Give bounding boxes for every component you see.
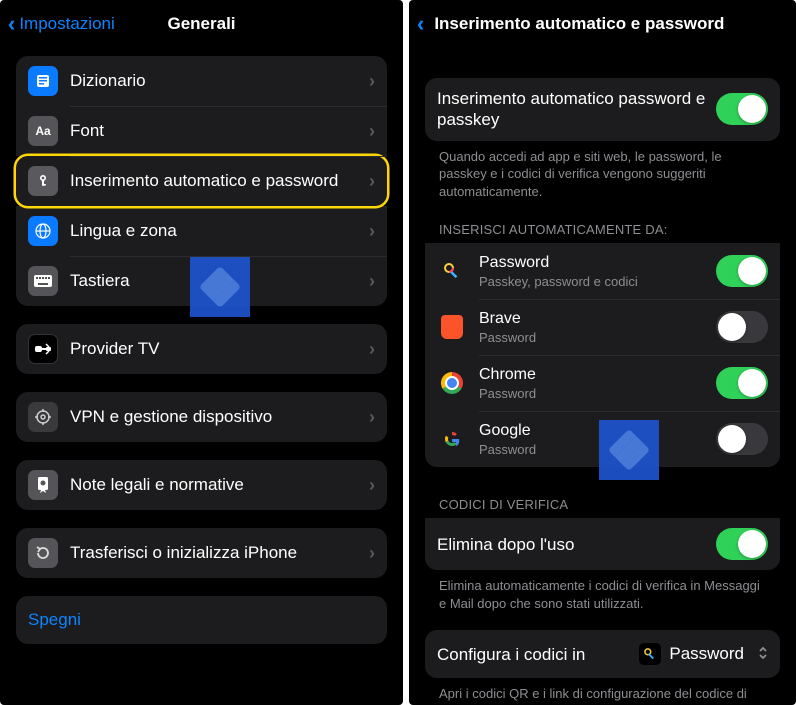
row-configure-codes[interactable]: Configura i codici in Password [425, 630, 780, 678]
row-label: Elimina dopo l'uso [437, 534, 716, 555]
chevron-right-icon: › [369, 121, 375, 142]
back-button[interactable]: ‹ Impostazioni [8, 13, 115, 35]
row-tv-provider[interactable]: Provider TV › [16, 324, 387, 374]
passwords-app-icon [437, 256, 467, 286]
source-name: Google [479, 421, 716, 441]
toggle-switch[interactable] [716, 367, 768, 399]
brave-icon [437, 312, 467, 342]
row-label: Dizionario [70, 70, 361, 91]
toggle-switch[interactable] [716, 528, 768, 560]
source-sub: Password [479, 386, 716, 401]
general-settings-pane: ‹ Impostazioni Generali Dizionario › Aa … [0, 0, 403, 705]
font-icon: Aa [28, 116, 58, 146]
toggle-switch[interactable] [716, 93, 768, 125]
row-label: Trasferisci o inizializza iPhone [70, 542, 361, 563]
row-autofill-toggle[interactable]: Inserimento automatico password e passke… [425, 78, 780, 141]
page-title: Generali [167, 14, 235, 34]
page-title: Inserimento automatico e password [434, 14, 724, 34]
row-label: Provider TV [70, 338, 361, 359]
row-label: Lingua e zona [70, 220, 361, 241]
back-label: Impostazioni [19, 14, 114, 34]
toggle-switch[interactable] [716, 311, 768, 343]
chevron-left-icon: ‹ [417, 13, 424, 35]
row-language-region[interactable]: Lingua e zona › [16, 206, 387, 256]
source-name: Chrome [479, 365, 716, 385]
configure-value: Password [639, 643, 768, 665]
chevron-right-icon: › [369, 171, 375, 192]
chevron-right-icon: › [369, 339, 375, 360]
google-icon [437, 424, 467, 454]
chevron-right-icon: › [369, 543, 375, 564]
section-footer: Elimina automaticamente i codici di veri… [425, 570, 780, 612]
chevron-left-icon: ‹ [8, 13, 15, 35]
row-dictionary[interactable]: Dizionario › [16, 56, 387, 106]
section-footer: Apri i codici QR e i link di configurazi… [425, 678, 780, 705]
section-header: Codici di verifica [425, 497, 780, 518]
globe-icon [28, 216, 58, 246]
row-label: Font [70, 120, 361, 141]
section-footer: Quando accedi ad app e siti web, le pass… [425, 141, 780, 201]
certificate-icon [28, 470, 58, 500]
chevron-right-icon: › [369, 407, 375, 428]
row-delete-after-use[interactable]: Elimina dopo l'uso [425, 518, 780, 570]
row-source-chrome[interactable]: Chrome Password [425, 355, 780, 411]
navbar: ‹ Impostazioni Generali [0, 0, 403, 48]
row-legal[interactable]: Note legali e normative › [16, 460, 387, 510]
autofill-passwords-pane: ‹ Inserimento automatico e password Inse… [409, 0, 796, 705]
source-sub: Passkey, password e codici [479, 274, 716, 289]
row-vpn[interactable]: VPN e gestione dispositivo › [16, 392, 387, 442]
row-source-brave[interactable]: Brave Password [425, 299, 780, 355]
chevron-right-icon: › [369, 271, 375, 292]
row-label: Inserimento automatico e password [70, 170, 361, 191]
shutdown-label: Spegni [28, 610, 81, 630]
book-icon [28, 66, 58, 96]
row-label: Note legali e normative [70, 474, 361, 495]
source-name: Brave [479, 309, 716, 329]
row-label: VPN e gestione dispositivo [70, 406, 361, 427]
navbar: ‹ Inserimento automatico e password [409, 0, 796, 48]
source-sub: Password [479, 330, 716, 345]
reset-icon [28, 538, 58, 568]
row-shutdown[interactable]: Spegni [16, 596, 387, 644]
configure-value-text: Password [669, 644, 744, 664]
gear-icon [28, 402, 58, 432]
row-transfer-reset[interactable]: Trasferisci o inizializza iPhone › [16, 528, 387, 578]
toggle-switch[interactable] [716, 423, 768, 455]
key-icon [28, 166, 58, 196]
toggle-switch[interactable] [716, 255, 768, 287]
watermark-icon [190, 257, 250, 317]
watermark-icon [599, 420, 659, 480]
section-header: Inserisci automaticamente da: [425, 222, 780, 243]
source-sub: Password [479, 442, 716, 457]
plug-icon [28, 334, 58, 364]
chevron-right-icon: › [369, 221, 375, 242]
keyboard-icon [28, 266, 58, 296]
row-source-password[interactable]: Password Passkey, password e codici [425, 243, 780, 299]
passwords-app-icon [639, 643, 661, 665]
row-label: Configura i codici in [437, 644, 639, 665]
chevron-right-icon: › [369, 475, 375, 496]
back-button[interactable]: ‹ [417, 13, 424, 35]
up-down-icon [758, 645, 768, 664]
chrome-icon [437, 368, 467, 398]
chevron-right-icon: › [369, 71, 375, 92]
row-autofill-passwords[interactable]: Inserimento automatico e password › [16, 156, 387, 206]
source-name: Password [479, 253, 716, 273]
row-font[interactable]: Aa Font › [16, 106, 387, 156]
row-label: Inserimento automatico password e passke… [437, 88, 716, 131]
